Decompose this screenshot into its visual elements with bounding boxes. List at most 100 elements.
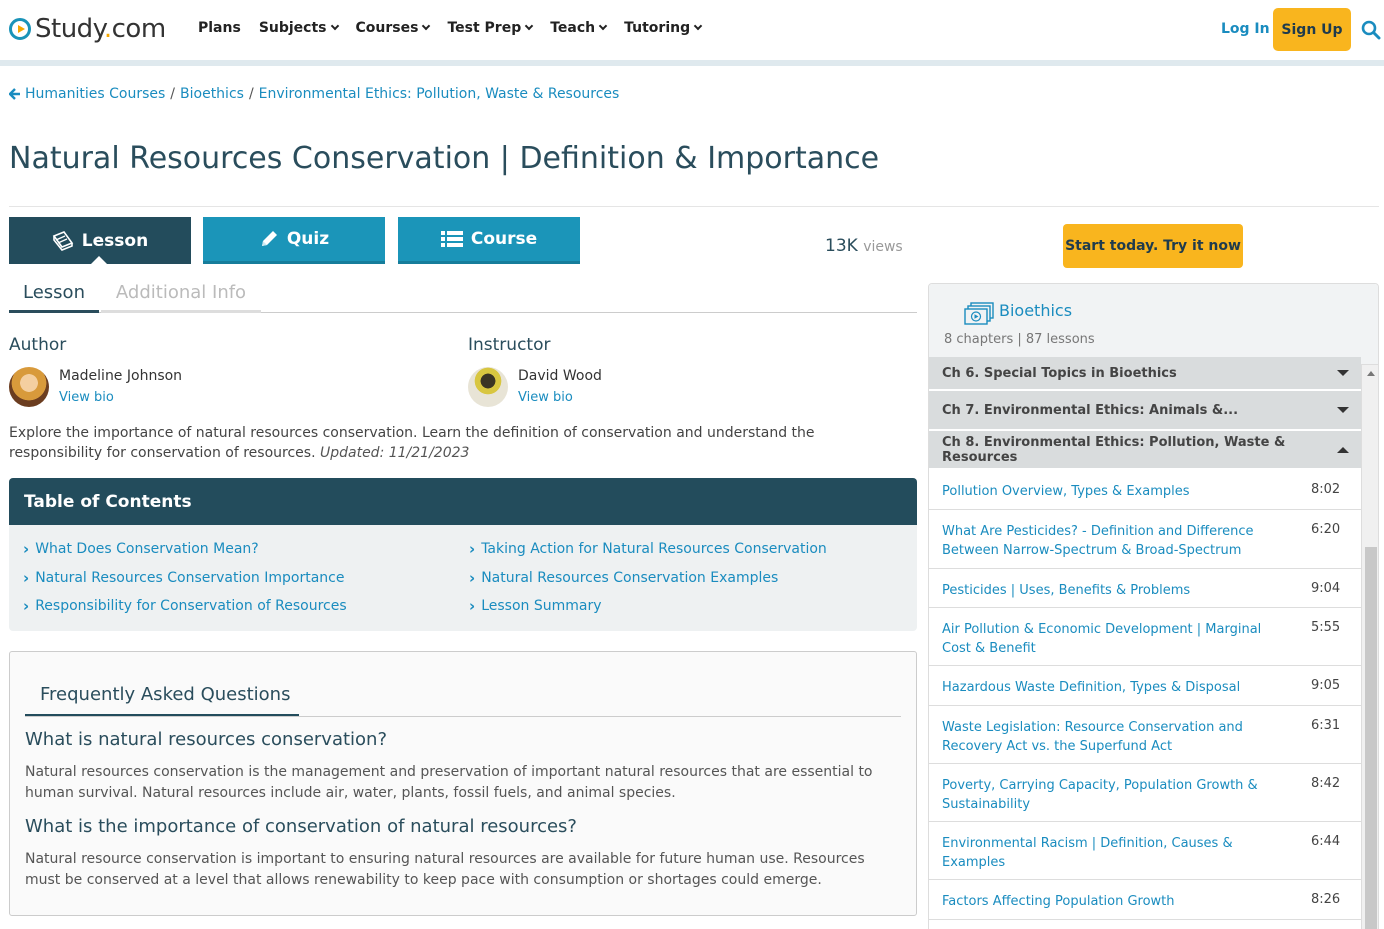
title-divider xyxy=(9,206,1379,207)
author-heading: Author xyxy=(9,335,67,355)
breadcrumb-chapter[interactable]: Environmental Ethics: Pollution, Waste &… xyxy=(259,86,620,102)
chevron-down-icon xyxy=(693,21,703,31)
chapter-row[interactable]: Ch 6. Special Topics in Bioethics xyxy=(929,357,1361,391)
lesson-row[interactable]: Poverty, Carrying Capacity, Population G… xyxy=(929,764,1361,822)
tab-lesson[interactable]: Lesson xyxy=(9,217,191,265)
search-icon[interactable] xyxy=(1361,20,1381,40)
chapter-row[interactable]: Ch 7. Environmental Ethics: Animals &... xyxy=(929,391,1361,431)
tab-course[interactable]: Course xyxy=(398,217,580,264)
lesson-duration: 8:42 xyxy=(1311,776,1341,791)
breadcrumb-bioethics[interactable]: Bioethics xyxy=(180,86,244,102)
study-logo[interactable]: Study.com xyxy=(9,13,166,45)
lesson-title: Waste Legislation: Resource Conservation… xyxy=(942,720,1243,754)
lesson-row[interactable]: What Are Pesticides? - Definition and Di… xyxy=(929,510,1361,569)
lesson-row[interactable]: Hazardous Waste Definition, Types & Disp… xyxy=(929,666,1361,706)
course-sidebar: Bioethics 8 chapters | 87 lessons Ch 6. … xyxy=(928,283,1379,929)
toc-title: Table of Contents xyxy=(9,478,917,525)
lesson-duration: 6:31 xyxy=(1311,718,1341,733)
lesson-duration: 8:26 xyxy=(1311,892,1341,907)
instructor-heading: Instructor xyxy=(468,335,551,355)
faq-title: Frequently Asked Questions xyxy=(25,684,299,717)
video-lessons-icon xyxy=(964,302,994,325)
instructor-name: David Wood xyxy=(518,368,602,384)
breadcrumb: Humanities Courses / Bioethics / Environ… xyxy=(9,86,619,102)
lesson-row[interactable]: Air Pollution & Economic Development | M… xyxy=(929,608,1361,666)
list-icon xyxy=(440,231,463,247)
caret-down-icon xyxy=(1337,370,1349,376)
toc-item[interactable]: › Natural Resources Conservation Importan… xyxy=(23,569,344,587)
breadcrumb-humanities[interactable]: Humanities Courses xyxy=(25,86,165,102)
pencil-icon xyxy=(261,231,277,246)
nav-teach[interactable]: Teach xyxy=(550,20,608,36)
lesson-row[interactable]: Pollution Overview, Types & Examples 8:0… xyxy=(929,470,1361,510)
author-view-bio[interactable]: View bio xyxy=(59,390,182,405)
start-today-button[interactable]: Start today. Try it now xyxy=(1063,224,1243,268)
nav-courses[interactable]: Courses xyxy=(356,20,431,36)
chevron-down-icon xyxy=(330,21,339,31)
lesson-title: Factors Affecting Population Growth xyxy=(942,894,1175,909)
login-link[interactable]: Log In xyxy=(1221,21,1270,37)
arrow-left-icon xyxy=(9,88,20,100)
sidebar-course-meta: 8 chapters | 87 lessons xyxy=(944,332,1095,347)
breadcrumb-separator: / xyxy=(170,86,176,102)
lesson-row[interactable]: Pesticides | Uses, Benefits & Problems 9… xyxy=(929,569,1361,608)
chapter-row-expanded[interactable]: Ch 8. Environmental Ethics: Pollution, W… xyxy=(929,431,1361,470)
tab-quiz-label: Quiz xyxy=(286,229,330,249)
lesson-row[interactable]: Environmental Racism | Definition, Cause… xyxy=(929,822,1361,880)
lesson-duration: 9:04 xyxy=(1311,581,1341,596)
chevron-down-icon xyxy=(598,21,608,31)
toc-item[interactable]: › Responsibility for Conservation of Reso… xyxy=(23,597,347,615)
toc-item[interactable]: › Natural Resources Conservation Examples xyxy=(469,569,778,587)
nav-test-prep[interactable]: Test Prep xyxy=(447,20,534,36)
chevron-right-icon: › xyxy=(469,540,476,558)
chevron-right-icon: › xyxy=(469,569,476,587)
lesson-row[interactable]: Waste Legislation: Resource Conservation… xyxy=(929,706,1361,764)
play-logo-icon xyxy=(9,18,31,40)
view-count: 13K views xyxy=(825,236,903,256)
chevron-down-icon xyxy=(422,21,431,31)
chevron-right-icon: › xyxy=(469,597,476,615)
lesson-title: Environmental Racism | Definition, Cause… xyxy=(942,836,1233,870)
tab-lesson-label: Lesson xyxy=(81,230,149,251)
sidebar-header: Bioethics 8 chapters | 87 lessons xyxy=(929,284,1378,365)
main-nav: Plans Subjects Courses Test Prep Teach T… xyxy=(198,20,719,36)
sidebar-course-title[interactable]: Bioethics xyxy=(999,301,1072,320)
site-header: Study.com Plans Subjects Courses Test Pr… xyxy=(0,0,1384,60)
view-count-label: views xyxy=(863,239,903,255)
lesson-description: Explore the importance of natural resour… xyxy=(9,423,909,463)
subtab-additional-info[interactable]: Additional Info xyxy=(101,278,261,313)
nav-tutoring[interactable]: Tutoring xyxy=(624,20,703,36)
author-avatar xyxy=(9,367,49,407)
subtab-lesson[interactable]: Lesson xyxy=(9,278,99,313)
lesson-title: What Are Pesticides? - Definition and Di… xyxy=(942,524,1254,558)
lesson-icon xyxy=(52,230,74,251)
sidebar-scrollbar[interactable] xyxy=(1361,365,1378,929)
chevron-right-icon: › xyxy=(23,597,30,615)
faq-answer: Natural resources conservation is the ma… xyxy=(25,764,873,801)
lesson-row[interactable]: Factors Affecting Population Growth 8:26 xyxy=(929,880,1361,920)
toc-item[interactable]: › Lesson Summary xyxy=(469,597,602,615)
toc-item[interactable]: › What Does Conservation Mean? xyxy=(23,540,259,558)
lesson-subtabs: Lesson Additional Info xyxy=(9,278,917,313)
signup-button[interactable]: Sign Up xyxy=(1273,8,1351,51)
nav-subjects[interactable]: Subjects xyxy=(259,20,339,36)
chevron-right-icon: › xyxy=(23,540,30,558)
chevron-down-icon xyxy=(524,21,534,31)
toc-item[interactable]: › Taking Action for Natural Resources Con… xyxy=(469,540,827,558)
author-card: Madeline Johnson View bio xyxy=(9,367,182,407)
instructor-avatar xyxy=(468,367,508,407)
instructor-view-bio[interactable]: View bio xyxy=(518,390,602,405)
lesson-duration: 6:20 xyxy=(1311,522,1341,537)
logo-text: Study.com xyxy=(35,14,166,44)
author-name: Madeline Johnson xyxy=(59,368,183,384)
scroll-up-arrow-icon[interactable] xyxy=(1367,371,1375,376)
nav-plans[interactable]: Plans xyxy=(198,20,241,36)
faq-question: What is the importance of conservation o… xyxy=(25,816,577,837)
lesson-title: Pesticides | Uses, Benefits & Problems xyxy=(942,583,1191,598)
tab-quiz[interactable]: Quiz xyxy=(203,217,385,264)
caret-down-icon xyxy=(1337,407,1349,413)
chevron-right-icon: › xyxy=(23,569,30,587)
lesson-title: Pollution Overview, Types & Examples xyxy=(942,484,1190,499)
scrollbar-thumb[interactable] xyxy=(1365,547,1377,929)
faq-question: What is natural resources conservation? xyxy=(25,729,388,750)
